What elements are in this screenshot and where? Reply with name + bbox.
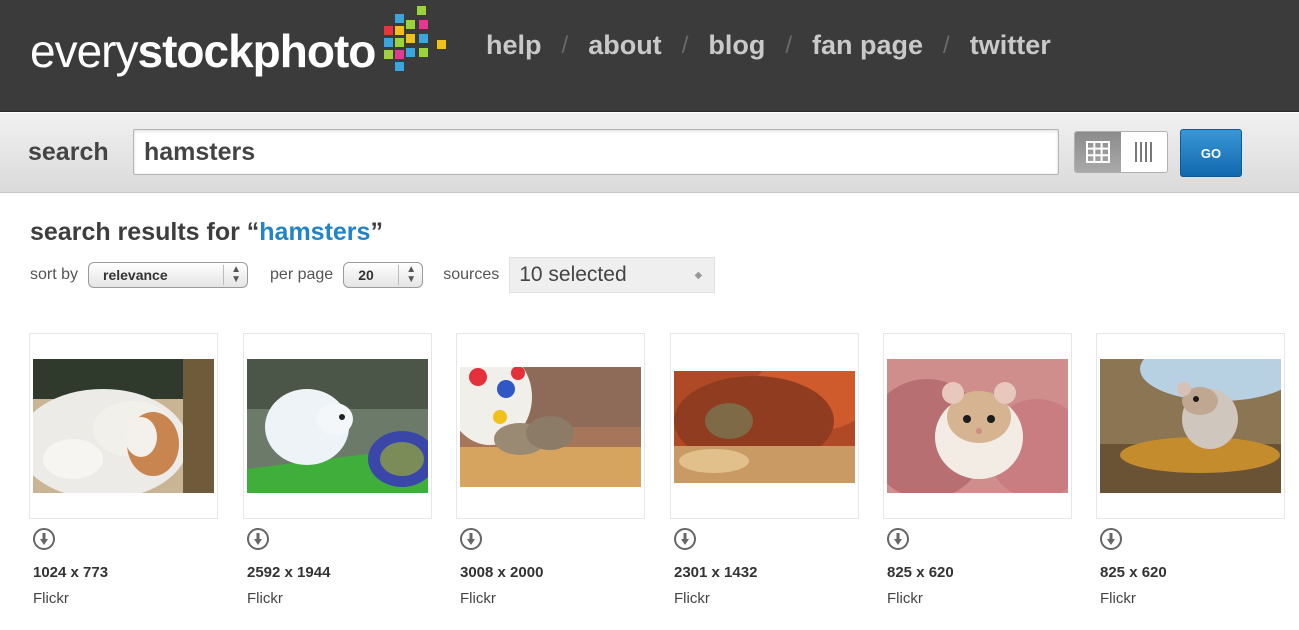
column-view-icon <box>1135 142 1152 162</box>
photo-thumbnail <box>247 359 428 493</box>
results-query: hamsters <box>259 218 371 246</box>
site-logo[interactable]: everystockphoto <box>30 6 451 77</box>
photo-thumbnail <box>33 359 214 493</box>
info-icon[interactable] <box>460 528 482 550</box>
nav-separator: / <box>561 31 569 59</box>
photo-dimensions: 825 x 620 <box>887 564 954 581</box>
photo-dimensions: 825 x 620 <box>1100 564 1167 581</box>
photo-thumbnail <box>887 359 1068 493</box>
info-icon[interactable] <box>887 528 909 550</box>
sort-select[interactable]: relevance ▲ ▼ <box>88 262 249 288</box>
nav-twitter[interactable]: twitter <box>970 30 1051 61</box>
photo-thumbnail-link[interactable] <box>883 333 1072 519</box>
logo-text-stockphoto: stockphoto <box>137 25 376 77</box>
search-input[interactable] <box>133 129 1059 175</box>
nav-fan-page[interactable]: fan page <box>812 30 923 61</box>
photo-thumbnail-link[interactable] <box>1096 333 1285 519</box>
photo-card: 3008 x 2000 Flickr <box>456 333 645 607</box>
go-button[interactable]: GO <box>1180 129 1242 177</box>
sort-label: sort by <box>30 266 79 283</box>
grid-view-icon <box>1086 141 1110 163</box>
column-view-button[interactable] <box>1121 132 1167 172</box>
nav-separator: / <box>785 31 793 59</box>
select-arrows-icon: ◆ <box>694 269 703 281</box>
photo-card: 1024 x 773 Flickr <box>29 333 218 607</box>
info-icon[interactable] <box>33 528 55 550</box>
sort-select-value: relevance <box>103 267 168 283</box>
photo-dimensions: 3008 x 2000 <box>460 564 544 581</box>
info-icon[interactable] <box>1100 528 1122 550</box>
filter-bar: sort by relevance ▲ ▼ per page 20 ▲ ▼ sour… <box>30 257 716 293</box>
photo-thumbnail <box>674 371 855 483</box>
photo-source: Flickr <box>1100 590 1136 607</box>
photo-card: 2301 x 1432 Flickr <box>670 333 859 607</box>
photo-thumbnail-link[interactable] <box>29 333 218 519</box>
main-nav: help / about / blog / fan page / twitter <box>486 30 1051 61</box>
results-title-suffix: ” <box>370 218 383 246</box>
results-title: search results for “hamsters” <box>30 218 383 247</box>
logo-mosaic-icon <box>379 6 451 74</box>
photo-card: 825 x 620 Flickr <box>883 333 1072 607</box>
photo-thumbnail-link[interactable] <box>670 333 859 519</box>
photo-thumbnail-link[interactable] <box>456 333 645 519</box>
photo-source: Flickr <box>460 590 496 607</box>
photo-source: Flickr <box>33 590 69 607</box>
select-arrows-icon: ▲ ▼ <box>223 265 241 285</box>
nav-about[interactable]: about <box>588 30 662 61</box>
site-header: everystockphoto help / about / blog / fa… <box>0 0 1299 112</box>
info-icon[interactable] <box>247 528 269 550</box>
photo-dimensions: 1024 x 773 <box>33 564 109 581</box>
nav-separator: / <box>681 31 689 59</box>
photo-thumbnail <box>460 367 641 487</box>
sources-label: sources <box>443 266 500 283</box>
photo-dimensions: 2301 x 1432 <box>674 564 758 581</box>
nav-separator: / <box>943 31 950 59</box>
nav-help[interactable]: help <box>486 30 542 61</box>
grid-view-button[interactable] <box>1075 132 1121 172</box>
photo-dimensions: 2592 x 1944 <box>247 564 331 581</box>
photo-source: Flickr <box>247 590 283 607</box>
search-label: search <box>28 138 109 166</box>
per-page-select[interactable]: 20 ▲ ▼ <box>343 262 424 288</box>
sources-select[interactable]: 10 selected ◆ <box>509 257 716 293</box>
photo-thumbnail-link[interactable] <box>243 333 432 519</box>
search-bar: search GO <box>0 113 1299 193</box>
nav-blog[interactable]: blog <box>708 30 765 61</box>
per-page-label: per page <box>270 266 334 283</box>
view-toggle <box>1074 131 1168 173</box>
photo-card: 825 x 620 Flickr <box>1096 333 1285 607</box>
photo-source: Flickr <box>674 590 710 607</box>
logo-text-every: every <box>30 25 138 77</box>
logo-text: everystockphoto <box>30 25 376 77</box>
photo-card: 2592 x 1944 Flickr <box>243 333 432 607</box>
per-page-select-value: 20 <box>358 267 374 283</box>
info-icon[interactable] <box>674 528 696 550</box>
photo-thumbnail <box>1100 359 1281 493</box>
select-arrows-icon: ▲ ▼ <box>398 265 416 285</box>
sources-select-value: 10 selected <box>519 263 627 286</box>
results-title-prefix: search results for “ <box>30 218 260 246</box>
photo-source: Flickr <box>887 590 923 607</box>
